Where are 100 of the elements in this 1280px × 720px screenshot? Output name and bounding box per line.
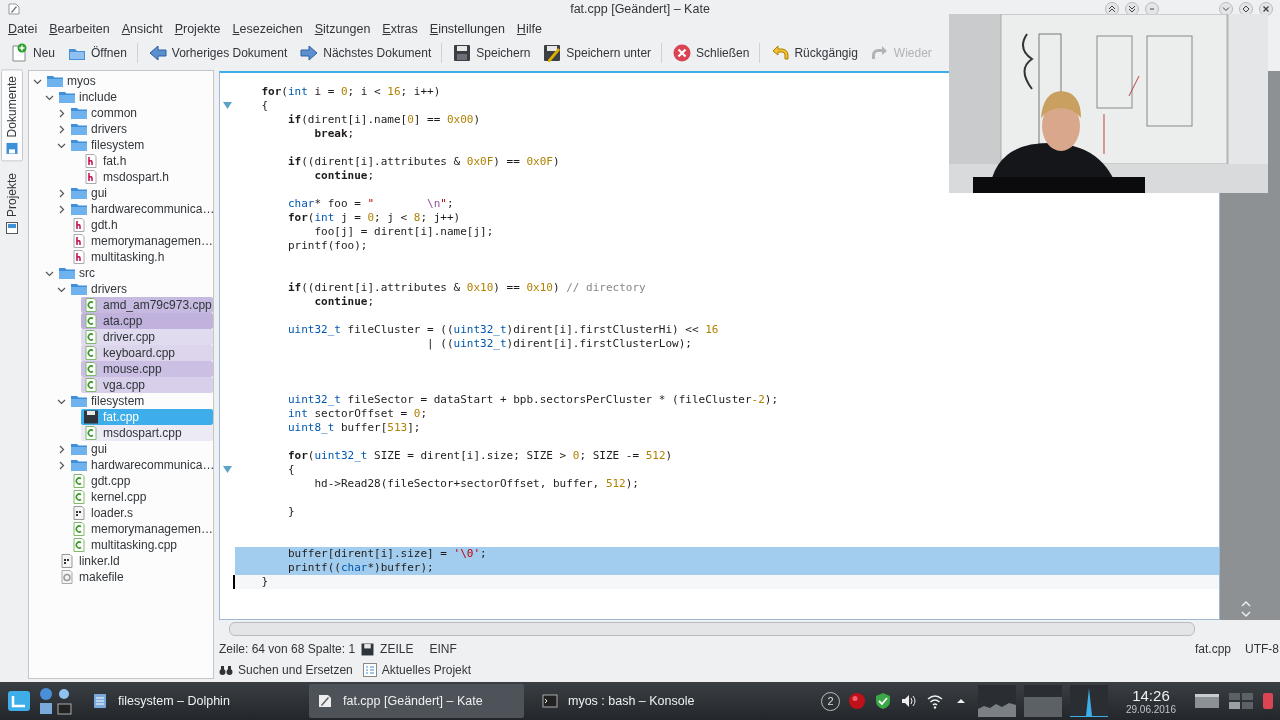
tree-item[interactable]: msdospart.cpp bbox=[81, 425, 213, 441]
horizontal-scrollbar[interactable] bbox=[229, 622, 1195, 637]
tree-item[interactable]: keyboard.cpp bbox=[81, 345, 213, 361]
source-file-icon bbox=[82, 426, 100, 440]
encoding[interactable]: UTF-8 bbox=[1245, 642, 1279, 657]
pager-icon[interactable] bbox=[1228, 692, 1254, 710]
fold-marker-icon[interactable] bbox=[223, 466, 232, 473]
folder-icon bbox=[70, 138, 88, 152]
tree-item[interactable]: amd_am79c973.cpp bbox=[81, 297, 213, 313]
tree-item[interactable]: filesystem bbox=[69, 137, 213, 153]
menu-item[interactable]: Ansicht bbox=[117, 19, 167, 38]
tree-item[interactable]: multitasking.h bbox=[69, 249, 213, 265]
tree-item[interactable]: kernel.cpp bbox=[69, 489, 213, 505]
menu-item[interactable]: Einstellungen bbox=[425, 19, 509, 38]
tool-view-tab[interactable]: Aktuelles Projekt bbox=[362, 661, 472, 680]
tree-item[interactable]: gui bbox=[69, 441, 213, 457]
tree-item[interactable]: fat.h bbox=[81, 153, 213, 169]
tree-item[interactable]: gdt.cpp bbox=[69, 473, 213, 489]
menu-item[interactable]: Projekte bbox=[170, 19, 225, 38]
show-desktop-icon[interactable] bbox=[1194, 692, 1220, 710]
project-icon bbox=[6, 222, 18, 235]
arrow-right-icon bbox=[299, 43, 320, 63]
code-line: for(int i = 0; i < 16; i++) bbox=[260, 85, 442, 99]
code-line: hd->Read28(fileSector+sectorOffset, buffer, 512); bbox=[313, 477, 640, 491]
tree-item[interactable]: vga.cpp bbox=[81, 377, 213, 393]
side-tab[interactable]: Dokumente bbox=[1, 69, 23, 162]
network-graph-icon[interactable] bbox=[1069, 685, 1108, 717]
code-line: if(dirent[i].name[0] == 0x00) bbox=[286, 113, 482, 127]
tree-item[interactable]: gdt.h bbox=[69, 217, 213, 233]
cursor-position: Zeile: 64 von 68 Spalte: 1 bbox=[219, 642, 356, 657]
tree-item[interactable]: gui bbox=[69, 185, 213, 201]
tool-view-tab[interactable]: Suchen und Ersetzen bbox=[219, 661, 353, 680]
menu-item[interactable]: Lesezeichen bbox=[228, 19, 307, 38]
tree-item[interactable]: loader.s bbox=[69, 505, 213, 521]
tree-item[interactable]: memorymanagemen… bbox=[69, 521, 213, 537]
tree-item[interactable]: mouse.cpp bbox=[81, 361, 213, 377]
tree-item[interactable]: linker.ld bbox=[57, 553, 213, 569]
toolbar-button[interactable]: Speichern unter bbox=[537, 41, 657, 65]
source-file-icon bbox=[82, 378, 100, 392]
source-file-icon bbox=[82, 314, 100, 328]
folder-icon bbox=[70, 122, 88, 136]
tree-item[interactable]: multitasking.cpp bbox=[69, 537, 213, 553]
tree-item[interactable]: driver.cpp bbox=[81, 329, 213, 345]
selection-mode[interactable]: ZEILE bbox=[380, 642, 414, 657]
folder-icon bbox=[70, 186, 88, 200]
tree-item[interactable]: ata.cpp bbox=[81, 313, 213, 329]
menu-item[interactable]: Hilfe bbox=[512, 19, 546, 38]
chevron-right-icon[interactable] bbox=[57, 188, 66, 198]
chevron-right-icon[interactable] bbox=[57, 108, 66, 118]
toolbar-button[interactable]: Neu bbox=[4, 41, 60, 65]
source-file-icon bbox=[82, 346, 100, 360]
tree-item[interactable]: myos bbox=[45, 73, 213, 89]
code-line: { bbox=[260, 99, 270, 113]
cpu-graph-icon[interactable] bbox=[977, 685, 1016, 717]
chevron-right-icon[interactable] bbox=[57, 124, 66, 134]
toolbar-button[interactable]: Vorheriges Dokument bbox=[142, 41, 293, 65]
tree-item[interactable]: memorymanagemen… bbox=[69, 233, 213, 249]
source-file-icon bbox=[82, 330, 100, 344]
code-line: } bbox=[286, 505, 296, 519]
panel-toolbox-icon[interactable] bbox=[1262, 692, 1274, 710]
scroll-arrows-icon[interactable] bbox=[1240, 600, 1252, 619]
record-icon[interactable] bbox=[847, 692, 866, 710]
code-line: uint8_t buffer[513]; bbox=[286, 421, 422, 435]
menu-item[interactable]: Sitzungen bbox=[310, 19, 375, 38]
tree-item[interactable]: makefile bbox=[57, 569, 213, 585]
taskbar-item[interactable]: fat.cpp [Geändert] – Kate bbox=[309, 684, 524, 718]
tree-item[interactable]: src bbox=[57, 265, 213, 281]
chevron-right-icon[interactable] bbox=[57, 204, 66, 214]
quick-launch-icons[interactable] bbox=[38, 686, 74, 716]
chevron-right-icon[interactable] bbox=[57, 444, 66, 454]
clock-time[interactable]: 14:26 bbox=[1132, 687, 1170, 704]
menu-item[interactable]: Extras bbox=[378, 19, 422, 38]
toolbar-button[interactable]: Schließen bbox=[667, 41, 755, 65]
tree-item[interactable]: drivers bbox=[69, 281, 213, 297]
taskbar-item[interactable]: myos : bash – Konsole bbox=[534, 684, 749, 718]
toolbar-button[interactable]: Rückgängig bbox=[765, 41, 863, 65]
side-tab[interactable]: Projekte bbox=[2, 167, 22, 241]
tree-item[interactable]: common bbox=[69, 105, 213, 121]
tree-item[interactable]: hardwarecommunica… bbox=[69, 457, 213, 473]
wifi-icon[interactable] bbox=[925, 692, 944, 710]
tree-item[interactable]: msdospart.h bbox=[81, 169, 213, 185]
input-mode[interactable]: EINF bbox=[429, 642, 457, 657]
folder-icon bbox=[70, 202, 88, 216]
script-file-icon bbox=[58, 554, 76, 568]
tree-item[interactable]: include bbox=[57, 89, 213, 105]
tree-item[interactable]: filesystem bbox=[69, 393, 213, 409]
chevron-right-icon[interactable] bbox=[57, 460, 66, 470]
tree-item[interactable]: drivers bbox=[69, 121, 213, 137]
menu-item[interactable]: Datei bbox=[4, 19, 42, 38]
shield-check-icon[interactable] bbox=[873, 692, 892, 710]
menu-item[interactable]: Bearbeiten bbox=[45, 19, 114, 38]
taskbar-item[interactable]: filesystem – Dolphin bbox=[84, 684, 299, 718]
fold-marker-icon[interactable] bbox=[223, 102, 232, 109]
app-launcher-icon[interactable] bbox=[6, 688, 32, 714]
code-line: continue; bbox=[313, 169, 376, 183]
toolbar-button[interactable]: Öffnen bbox=[62, 41, 132, 65]
tree-item[interactable]: hardwarecommunica… bbox=[69, 201, 213, 217]
clock-date[interactable]: 29.06.2016 bbox=[1125, 704, 1176, 715]
toolbar-button[interactable]: Nächstes Dokument bbox=[294, 41, 437, 65]
toolbar-button[interactable]: Speichern bbox=[447, 41, 536, 65]
